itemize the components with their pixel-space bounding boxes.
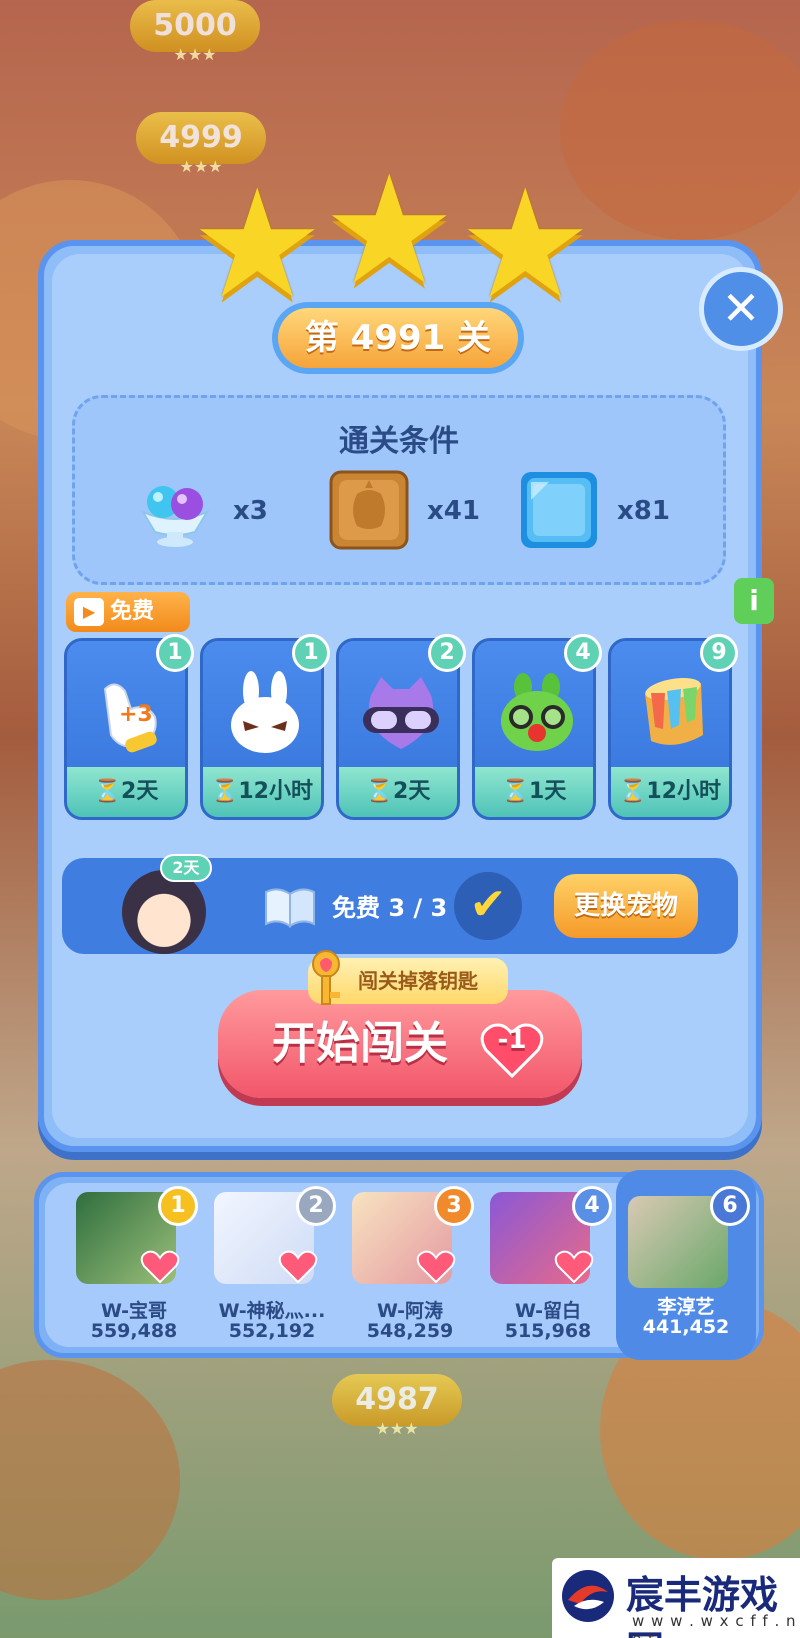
change-pet-button[interactable]: 更换宠物 xyxy=(554,874,698,938)
level-stars: ★ ★ ★ xyxy=(190,156,610,320)
player-score: 441,452 xyxy=(642,1316,730,1338)
check-icon: ✔ xyxy=(469,879,507,930)
booster-count-badge: 1 xyxy=(292,634,330,672)
player-name: W-留白 xyxy=(515,1300,581,1322)
info-button[interactable]: i xyxy=(734,578,774,624)
heart-cost: -1 xyxy=(480,1012,544,1079)
purple-cat-goggles-icon xyxy=(363,677,439,749)
auto-use-toggle[interactable]: ✔ xyxy=(454,872,522,940)
level-coin-text: 5000 xyxy=(153,8,237,43)
watermark-logo-icon xyxy=(562,1570,614,1622)
rank-badge: 1 xyxy=(158,1186,198,1226)
start-level-label: 开始闯关 xyxy=(272,1018,448,1069)
booster-slot[interactable]: ⏳2天 2 xyxy=(336,634,466,820)
free-tag-label: 免费 xyxy=(110,599,155,624)
key-icon xyxy=(312,950,340,1005)
booster-timer: ⏳1天 xyxy=(475,767,593,817)
goal-count: x41 xyxy=(427,496,480,526)
booster-count-badge: 9 xyxy=(700,634,738,672)
heart-cost-text: -1 xyxy=(497,1025,527,1055)
goal-count: x3 xyxy=(233,496,268,526)
close-icon: ✕ xyxy=(721,281,761,335)
free-video-tag[interactable]: ▶ 免费 xyxy=(66,592,190,632)
send-heart-icon xyxy=(140,1250,180,1284)
level-coin-text: 4987 xyxy=(355,1382,439,1417)
booster-timer: ⏳12小时 xyxy=(611,767,729,817)
booster-count-badge: 4 xyxy=(564,634,602,672)
player-score: 552,192 xyxy=(228,1320,316,1342)
svg-text:+3: +3 xyxy=(119,702,153,727)
background-blob xyxy=(0,1360,180,1600)
leaderboard-entry[interactable]: 4 W-留白 515,968 xyxy=(478,1186,618,1342)
green-frog-icon xyxy=(501,673,573,751)
player-name: W-宝哥 xyxy=(101,1300,167,1322)
white-rabbit-icon xyxy=(231,671,299,753)
ice-block-icon xyxy=(521,472,597,548)
booster-slot[interactable]: +3 ⏳2天 1 xyxy=(64,634,194,820)
player-name: 李淳艺 xyxy=(657,1296,715,1318)
goals-title: 通关条件 xyxy=(339,424,459,459)
level-coin-5000: 5000 ★★★ xyxy=(130,0,260,64)
level-goals: 通关条件 x3 x41 x81 xyxy=(72,395,726,585)
rank-badge: 2 xyxy=(296,1186,336,1226)
close-button[interactable]: ✕ xyxy=(699,267,783,351)
video-icon: ▶ xyxy=(74,598,104,626)
level-coin-4987: 4987 ★★★ xyxy=(332,1374,462,1438)
paint-bucket-icon xyxy=(645,678,703,745)
ice-cream-cup-icon xyxy=(140,486,210,547)
pet-bar: 2天 免费 3 / 3 ✔ 更换宠物 xyxy=(62,854,738,954)
level-coin-text: 4999 xyxy=(159,120,243,155)
level-title: 第 4991 关 xyxy=(278,308,518,368)
booster-timer: ⏳2天 xyxy=(67,767,185,817)
rank-badge: 4 xyxy=(572,1186,612,1226)
leaderboard-entry-self[interactable]: 6 李淳艺 441,452 xyxy=(616,1170,756,1360)
rank-badge: 6 xyxy=(710,1186,750,1226)
player-score: 548,259 xyxy=(366,1320,454,1342)
mini-stars: ★★★ xyxy=(173,45,217,64)
send-heart-icon xyxy=(416,1250,456,1284)
booster-slot[interactable]: ⏳12小时 1 xyxy=(200,634,330,820)
site-watermark: 宸丰游戏网 w w w . w x c f f . n e t xyxy=(552,1558,800,1638)
pet-free-count: 免费 3 / 3 xyxy=(332,894,448,922)
level-title-badge: 第 4991 关 xyxy=(272,302,524,374)
rank-badge: 3 xyxy=(434,1186,474,1226)
booster-count-badge: 1 xyxy=(156,634,194,672)
key-drop-ribbon: 闯关掉落钥匙 xyxy=(308,950,508,1005)
booster-timer: ⏳12小时 xyxy=(203,767,321,817)
star-icon: ★ xyxy=(322,144,457,318)
glove-plus3-icon: +3 xyxy=(103,683,157,753)
start-level-button[interactable]: 开始闯关 -1 xyxy=(218,990,582,1098)
wooden-crate-icon xyxy=(329,470,409,550)
leaderboard-entry[interactable]: 1 W-宝哥 559,488 xyxy=(64,1186,204,1342)
leaderboard-entry[interactable]: 2 W-神秘灬... 552,192 xyxy=(202,1186,342,1342)
booster-slot[interactable]: ⏳12小时 9 xyxy=(608,634,738,820)
pet-avatar[interactable] xyxy=(122,870,206,954)
booster-timer: ⏳2天 xyxy=(339,767,457,817)
pet-days-badge: 2天 xyxy=(160,854,212,882)
player-name: W-神秘灬... xyxy=(218,1300,326,1322)
info-icon: i xyxy=(749,584,759,617)
mini-stars: ★★★ xyxy=(375,1419,419,1438)
goal-count: x81 xyxy=(617,496,670,526)
key-drop-text: 闯关掉落钥匙 xyxy=(358,969,478,993)
watermark-url: w w w . w x c f f . n e t xyxy=(632,1612,797,1638)
booster-count-badge: 2 xyxy=(428,634,466,672)
book-icon xyxy=(265,888,315,928)
player-score: 515,968 xyxy=(504,1320,592,1342)
booster-slot[interactable]: ⏳1天 4 xyxy=(472,634,602,820)
player-name: W-阿涛 xyxy=(377,1300,443,1322)
star-icon: ★ xyxy=(190,158,325,332)
star-icon: ★ xyxy=(458,158,593,332)
level-coin-4999: 4999 ★★★ xyxy=(136,112,266,176)
send-heart-icon xyxy=(278,1250,318,1284)
send-heart-icon xyxy=(554,1250,594,1284)
leaderboard-entry[interactable]: 3 W-阿涛 548,259 xyxy=(340,1186,480,1342)
player-score: 559,488 xyxy=(90,1320,178,1342)
